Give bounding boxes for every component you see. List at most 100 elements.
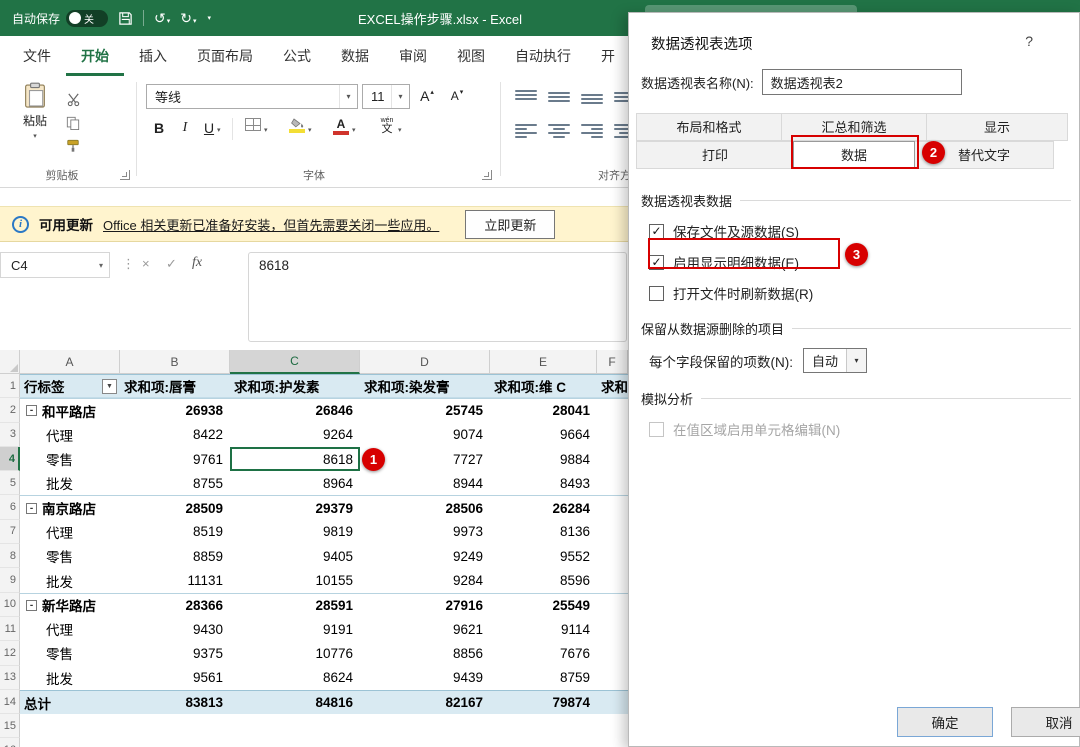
column-header-B[interactable]: B xyxy=(120,350,230,374)
cell-B7[interactable]: 8519 xyxy=(120,520,230,544)
cell-A13[interactable]: 批发 xyxy=(20,666,120,690)
formula-input[interactable]: 8618 xyxy=(248,252,627,342)
cell-E12[interactable]: 7676 xyxy=(490,641,597,665)
phonetic-guide-icon[interactable]: wén 文 xyxy=(378,117,396,135)
cell-B13[interactable]: 9561 xyxy=(120,666,230,690)
ribbon-tab-开始[interactable]: 开始 xyxy=(66,36,124,76)
cell-C3[interactable]: 9264 xyxy=(230,423,360,447)
cell-F13[interactable] xyxy=(597,666,628,690)
cell-F3[interactable] xyxy=(597,423,628,447)
chevron-down-icon[interactable]: ▾ xyxy=(846,349,867,372)
cell-E5[interactable]: 8493 xyxy=(490,471,597,495)
cell-B11[interactable]: 9430 xyxy=(120,617,230,641)
cell-C6[interactable]: 29379 xyxy=(230,495,360,519)
font-size-select[interactable]: 11 ▾ xyxy=(362,84,410,109)
align-middle-icon[interactable] xyxy=(547,88,571,106)
cell-F2[interactable] xyxy=(597,398,628,422)
cell-A7[interactable]: 代理 xyxy=(20,520,120,544)
cell-E3[interactable]: 9664 xyxy=(490,423,597,447)
cell-F5[interactable] xyxy=(597,471,628,495)
help-icon[interactable]: ? xyxy=(1025,33,1033,49)
ok-button[interactable]: 确定 xyxy=(897,707,993,737)
cell-A11[interactable]: 代理 xyxy=(20,617,120,641)
paste-button[interactable]: 粘贴 ▾ xyxy=(12,82,58,162)
cell-F10[interactable] xyxy=(597,592,628,617)
cell-D11[interactable]: 9621 xyxy=(360,617,490,641)
pivot-data-checkbox-2[interactable]: 打开文件时刷新数据(R) xyxy=(649,283,1071,303)
save-icon[interactable] xyxy=(118,11,133,26)
cut-icon[interactable] xyxy=(66,92,81,107)
autosave-toggle[interactable]: 自动保存 关 xyxy=(12,9,109,27)
cell-E8[interactable]: 9552 xyxy=(490,544,597,568)
cell-C14[interactable]: 84816 xyxy=(230,689,360,715)
ribbon-tab-视图[interactable]: 视图 xyxy=(442,36,500,76)
cell-D12[interactable]: 8856 xyxy=(360,641,490,665)
cell-F14[interactable] xyxy=(597,689,628,715)
row-header-5[interactable]: 5 xyxy=(0,471,20,496)
cell-C15[interactable] xyxy=(230,714,360,738)
cell-E11[interactable]: 9114 xyxy=(490,617,597,641)
cell-E15[interactable] xyxy=(490,714,597,738)
align-bottom-icon[interactable] xyxy=(580,88,604,106)
cell-F8[interactable] xyxy=(597,544,628,568)
cell-D2[interactable]: 25745 xyxy=(360,398,490,422)
cell-C16[interactable] xyxy=(230,738,360,747)
copy-icon[interactable] xyxy=(66,116,80,130)
chevron-down-icon[interactable]: ▾ xyxy=(217,126,221,134)
cell-B12[interactable]: 9375 xyxy=(120,641,230,665)
undo-icon[interactable]: ↺ ▾ xyxy=(154,11,170,25)
cell-C5[interactable]: 8964 xyxy=(230,471,360,495)
redo-icon[interactable]: ↻ ▾ xyxy=(180,11,196,25)
cell-A9[interactable]: 批发 xyxy=(20,568,120,592)
update-now-button[interactable]: 立即更新 xyxy=(465,209,556,239)
select-all-corner[interactable] xyxy=(0,350,20,374)
cell-D5[interactable]: 8944 xyxy=(360,471,490,495)
cell-C11[interactable]: 9191 xyxy=(230,617,360,641)
cell-D6[interactable]: 28506 xyxy=(360,495,490,519)
cell-D16[interactable] xyxy=(360,738,490,747)
row-header-8[interactable]: 8 xyxy=(0,544,20,569)
cell-B14[interactable]: 83813 xyxy=(120,689,230,715)
ribbon-tab-数据[interactable]: 数据 xyxy=(326,36,384,76)
row-header-12[interactable]: 12 xyxy=(0,641,20,666)
borders-icon[interactable] xyxy=(244,118,262,131)
checkbox-checked-icon[interactable]: ✓ xyxy=(649,223,664,239)
italic-button[interactable]: I xyxy=(176,118,194,138)
enter-icon[interactable]: ✓ xyxy=(166,256,177,272)
column-header-A[interactable]: A xyxy=(20,350,120,374)
column-header-C[interactable]: C xyxy=(230,350,360,374)
dialog-tab-打印[interactable]: 打印 xyxy=(636,141,794,169)
ribbon-tab-开[interactable]: 开 xyxy=(586,36,630,76)
font-name-select[interactable]: 等线 ▾ xyxy=(146,84,358,109)
cell-B15[interactable] xyxy=(120,714,230,738)
column-header-E[interactable]: E xyxy=(490,350,597,374)
cell-A8[interactable]: 零售 xyxy=(20,544,120,568)
row-header-10[interactable]: 10 xyxy=(0,592,20,617)
quick-access-chevron-icon[interactable]: ▾ xyxy=(207,15,212,22)
row-header-15[interactable]: 15 xyxy=(0,714,20,739)
format-painter-icon[interactable] xyxy=(66,139,80,153)
column-header-D[interactable]: D xyxy=(360,350,490,374)
cell-B1[interactable]: 求和项:唇膏 xyxy=(120,374,230,399)
cell-A10[interactable]: - 新华路店 xyxy=(20,592,120,617)
row-header-3[interactable]: 3 xyxy=(0,422,20,447)
cell-E9[interactable]: 8596 xyxy=(490,568,597,592)
align-left-icon[interactable] xyxy=(514,122,538,140)
cell-C2[interactable]: 26846 xyxy=(230,398,360,422)
row-header-9[interactable]: 9 xyxy=(0,568,20,593)
increase-font-size-button[interactable]: A ▴ xyxy=(418,86,436,106)
cell-F6[interactable] xyxy=(597,495,628,519)
cell-B10[interactable]: 28366 xyxy=(120,592,230,617)
cell-A12[interactable]: 零售 xyxy=(20,641,120,665)
chevron-down-icon[interactable]: ▾ xyxy=(308,126,312,134)
decrease-font-size-button[interactable]: A ▾ xyxy=(448,86,466,106)
cell-D9[interactable]: 9284 xyxy=(360,568,490,592)
cell-B4[interactable]: 9761 xyxy=(120,447,230,471)
font-dialog-launcher-icon[interactable] xyxy=(482,170,492,180)
cell-B2[interactable]: 26938 xyxy=(120,398,230,422)
cell-F12[interactable] xyxy=(597,641,628,665)
cell-D3[interactable]: 9074 xyxy=(360,423,490,447)
dialog-tab-显示[interactable]: 显示 xyxy=(926,113,1068,141)
cell-E2[interactable]: 28041 xyxy=(490,398,597,422)
clipboard-dialog-launcher-icon[interactable] xyxy=(120,170,130,180)
